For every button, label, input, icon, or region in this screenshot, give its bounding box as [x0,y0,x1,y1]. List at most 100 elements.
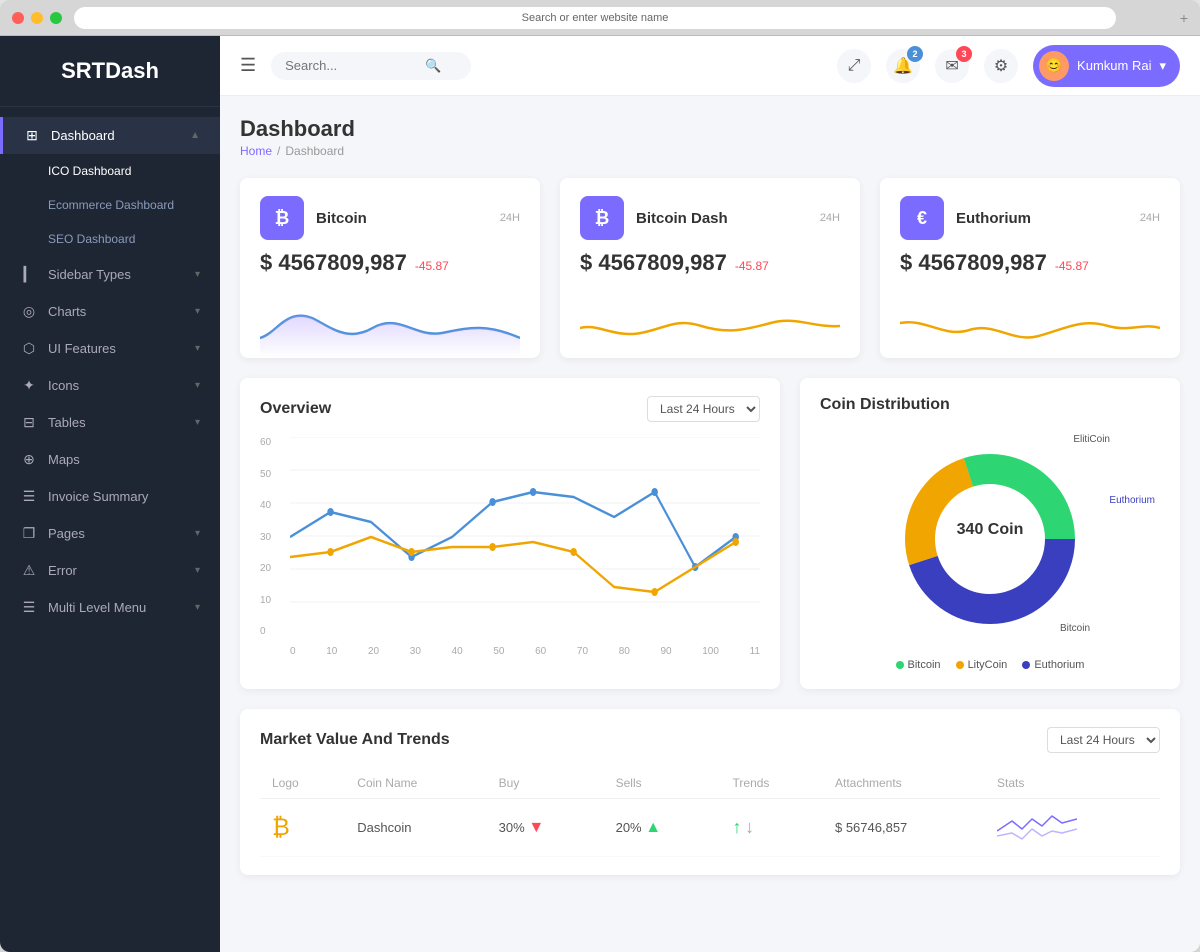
avatar: 😊 [1039,51,1069,81]
minimize-button[interactable] [31,12,43,24]
overview-period-select[interactable]: Last 24 Hours [647,396,760,422]
bitcoin-chart [260,288,520,358]
sidebar-logo: SRTDash [0,36,220,107]
y-label: 40 [260,500,285,511]
x-label: 90 [660,646,671,657]
sidebar-types-icon: ▎ [20,266,38,283]
settings-button[interactable]: ⚙ [984,49,1018,83]
y-label: 50 [260,469,285,480]
pages-icon: ❐ [20,525,38,542]
tables-icon: ⊟ [20,414,38,431]
sidebar-item-charts[interactable]: ◎ Charts ▾ [0,293,220,330]
coin-period: 24H [500,212,520,224]
user-name: Kumkum Rai [1077,58,1151,73]
page-title: Dashboard [240,116,355,142]
sidebar-item-maps[interactable]: ⊕ Maps [0,441,220,478]
overview-title: Overview [260,400,331,418]
new-tab-button[interactable]: + [1180,10,1188,26]
address-bar[interactable]: Search or enter website name [74,7,1116,29]
stats-mini-chart [997,811,1077,841]
page-content: Dashboard Home / Dashboard ₿ [220,96,1200,952]
sidebar-sub-label: SEO Dashboard [48,232,200,246]
sidebar-item-label: Multi Level Menu [48,600,195,615]
sidebar-item-label: Icons [48,378,195,393]
chevron-down-icon: ▾ [195,269,200,280]
market-trends-card: Market Value And Trends Last 24 Hours Lo… [240,709,1180,875]
sidebar-item-dashboard[interactable]: ⊞ Dashboard ▲ [0,117,220,154]
y-label: 0 [260,626,285,637]
sidebar-item-label: UI Features [48,341,195,356]
expand-button[interactable]: ⤢ [837,49,871,83]
charts-icon: ◎ [20,303,38,320]
window-controls [12,12,62,24]
value-row: $ 4567809,987 -45.87 [260,250,520,276]
sidebar-item-error[interactable]: ⚠ Error ▾ [0,552,220,589]
browser-body: SRTDash ⊞ Dashboard ▲ ICO Dashboard Ecom… [0,36,1200,952]
trend-up-icon: ↑ [733,817,742,837]
maximize-button[interactable] [50,12,62,24]
attachments-cell: $ 56746,857 [823,799,985,857]
table-card-header: Market Value And Trends Last 24 Hours [260,727,1160,753]
sidebar-item-seo-dashboard[interactable]: SEO Dashboard [0,222,220,256]
legend-euthorium: Euthorium [1022,659,1084,671]
sidebar-item-invoice-summary[interactable]: ☰ Invoice Summary [0,478,220,515]
sidebar-item-tables[interactable]: ⊟ Tables ▾ [0,404,220,441]
market-trends-period-select[interactable]: Last 24 Hours [1047,727,1160,753]
sidebar-item-icons[interactable]: ✦ Icons ▾ [0,367,220,404]
litycoin-legend-dot [956,661,964,669]
dashboard-submenu: ICO Dashboard Ecommerce Dashboard SEO Da… [0,154,220,256]
sidebar-item-pages[interactable]: ❐ Pages ▾ [0,515,220,552]
sidebar-item-sidebar-types[interactable]: ▎ Sidebar Types ▾ [0,256,220,293]
y-label: 30 [260,532,285,543]
search-bar: 🔍 [271,52,471,80]
euthorium-legend-dot [1022,661,1030,669]
hamburger-icon[interactable]: ☰ [240,55,256,76]
y-axis: 60 50 40 30 20 10 0 [260,437,285,637]
search-input[interactable] [285,58,425,73]
sells-cell: 20% ▲ [604,799,721,857]
table-row: ₿ Dashcoin 30% ▼ 20% ▲ [260,799,1160,857]
coin-change: -45.87 [735,259,769,273]
charts-row: Overview Last 24 Hours 60 50 40 30 [240,378,1180,689]
x-label: 60 [535,646,546,657]
col-stats: Stats [985,768,1160,799]
card-header: ₿ Bitcoin Dash 24H [580,196,840,240]
y-label: 60 [260,437,285,448]
user-profile-button[interactable]: 😊 Kumkum Rai ▾ [1033,45,1180,87]
coin-value: $ 4567809,987 [260,250,407,276]
buy-value: 30% [499,820,525,835]
coin-distribution-card: Coin Distribution [800,378,1180,689]
sells-value: 20% [616,820,642,835]
col-sells: Sells [604,768,721,799]
coin-value: $ 4567809,987 [580,250,727,276]
breadcrumb: Home / Dashboard [240,144,355,158]
close-button[interactable] [12,12,24,24]
multi-level-icon: ☰ [20,599,38,616]
sidebar-item-multi-level-menu[interactable]: ☰ Multi Level Menu ▾ [0,589,220,626]
messages-button[interactable]: ✉ 3 [935,49,969,83]
donut-svg: 340 Coin [880,429,1100,649]
market-trends-title: Market Value And Trends [260,731,450,749]
x-axis: 0 10 20 30 40 50 60 70 80 90 100 [290,646,760,657]
notifications-button[interactable]: 🔔 2 [886,49,920,83]
x-label: 20 [368,646,379,657]
chart-plot [290,437,760,637]
sidebar-navigation: ⊞ Dashboard ▲ ICO Dashboard Ecommerce Da… [0,107,220,636]
chevron-down-icon: ▾ [195,380,200,391]
sidebar-item-ico-dashboard[interactable]: ICO Dashboard [0,154,220,188]
x-label: 30 [410,646,421,657]
y-label: 20 [260,563,285,574]
breadcrumb-home[interactable]: Home [240,144,272,158]
messages-badge: 3 [956,46,972,62]
sidebar-item-ui-features[interactable]: ⬡ UI Features ▾ [0,330,220,367]
chevron-down-icon: ▾ [195,343,200,354]
sidebar-item-ecommerce-dashboard[interactable]: Ecommerce Dashboard [0,188,220,222]
value-row: $ 4567809,987 -45.87 [580,250,840,276]
invoice-icon: ☰ [20,488,38,505]
maps-icon: ⊕ [20,451,38,468]
distribution-title: Coin Distribution [820,396,950,414]
overview-chart-card: Overview Last 24 Hours 60 50 40 30 [240,378,780,689]
bitcoin-logo-icon: ₿ [272,814,290,841]
browser-titlebar: Search or enter website name + [0,0,1200,36]
bitcoin-dash-icon: ₿ [580,196,624,240]
